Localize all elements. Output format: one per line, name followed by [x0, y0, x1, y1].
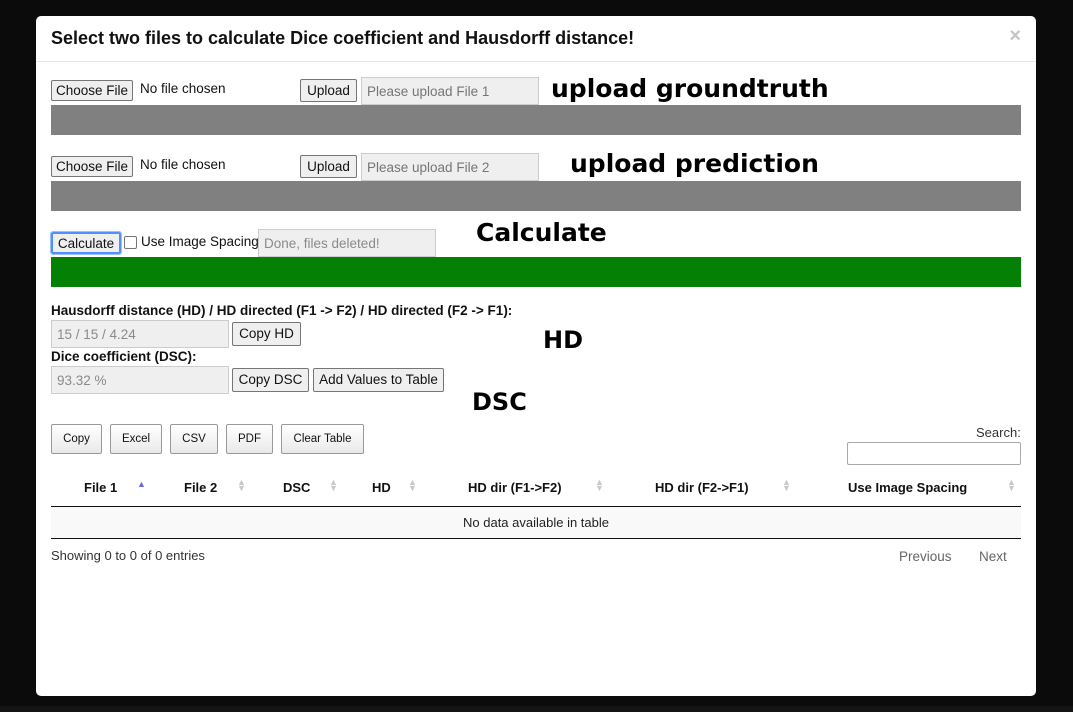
hd-value-field[interactable] — [51, 320, 229, 348]
dsc-annotation: DSC — [472, 388, 527, 416]
calculate-progress-bar — [51, 257, 1021, 287]
add-values-button[interactable]: Add Values to Table — [313, 368, 444, 392]
table-footer-divider — [51, 538, 1021, 539]
export-copy-button[interactable]: Copy — [51, 424, 102, 454]
column-header-hd-dir-f1-f2[interactable]: HD dir (F1->F2) — [468, 480, 562, 495]
upload-file2-button[interactable]: Upload — [300, 155, 357, 178]
export-pdf-button[interactable]: PDF — [226, 424, 273, 454]
dsc-value-field[interactable] — [51, 366, 229, 394]
close-icon[interactable]: × — [1009, 25, 1021, 48]
search-input[interactable] — [847, 442, 1021, 465]
file1-name-field[interactable] — [361, 77, 539, 105]
choose-file1-button[interactable]: Choose File — [51, 80, 133, 101]
upload-file1-button[interactable]: Upload — [300, 79, 357, 102]
export-csv-button[interactable]: CSV — [170, 424, 218, 454]
dsc-label: Dice coefficient (DSC): — [51, 349, 197, 364]
column-header-use-image-spacing[interactable]: Use Image Spacing — [848, 480, 967, 495]
hd-annotation: HD — [543, 326, 584, 354]
clear-table-button[interactable]: Clear Table — [281, 424, 364, 454]
file2-status: No file chosen — [140, 157, 226, 172]
sort-both-icon: ▲ ▼ — [329, 477, 338, 493]
table-empty-row: No data available in table — [51, 507, 1021, 538]
calculate-status-field[interactable] — [258, 229, 436, 257]
file1-status: No file chosen — [140, 81, 226, 96]
column-header-file1[interactable]: File 1 — [84, 480, 117, 495]
copy-hd-button[interactable]: Copy HD — [232, 322, 301, 346]
next-page-button[interactable]: Next — [979, 549, 1007, 564]
dice-hausdorff-modal: Select two files to calculate Dice coeff… — [36, 16, 1036, 696]
groundtruth-annotation: upload groundtruth — [551, 74, 829, 103]
sort-both-icon: ▲ ▼ — [595, 477, 604, 493]
hd-label: Hausdorff distance (HD) / HD directed (F… — [51, 303, 513, 318]
sort-both-icon: ▲ ▼ — [237, 477, 246, 493]
image-spacing-checkbox[interactable] — [124, 236, 137, 249]
modal-header: Select two files to calculate Dice coeff… — [36, 16, 1036, 62]
choose-file2-button[interactable]: Choose File — [51, 156, 133, 177]
file2-progress-bar — [51, 181, 1021, 211]
column-header-file2[interactable]: File 2 — [184, 480, 217, 495]
column-header-hd-dir-f2-f1[interactable]: HD dir (F2->F1) — [655, 480, 749, 495]
copy-dsc-button[interactable]: Copy DSC — [232, 368, 309, 392]
calculate-annotation: Calculate — [476, 218, 607, 247]
table-info: Showing 0 to 0 of 0 entries — [51, 548, 205, 563]
column-header-dsc[interactable]: DSC — [283, 480, 310, 495]
column-header-hd[interactable]: HD — [372, 480, 391, 495]
background-strip — [0, 706, 1073, 712]
sort-both-icon: ▲ ▼ — [1007, 477, 1016, 493]
previous-page-button[interactable]: Previous — [899, 549, 952, 564]
file2-name-field[interactable] — [361, 153, 539, 181]
search-label: Search: — [976, 425, 1021, 440]
modal-title: Select two files to calculate Dice coeff… — [51, 28, 635, 48]
sort-both-icon: ▲ ▼ — [782, 477, 791, 493]
export-excel-button[interactable]: Excel — [110, 424, 162, 454]
prediction-annotation: upload prediction — [570, 149, 819, 178]
file1-progress-bar — [51, 105, 1021, 135]
calculate-button[interactable]: Calculate — [50, 231, 122, 255]
sort-asc-icon: ▲ — [137, 479, 146, 489]
image-spacing-label: Use Image Spacing — [141, 234, 259, 249]
sort-both-icon: ▲ ▼ — [408, 477, 417, 493]
